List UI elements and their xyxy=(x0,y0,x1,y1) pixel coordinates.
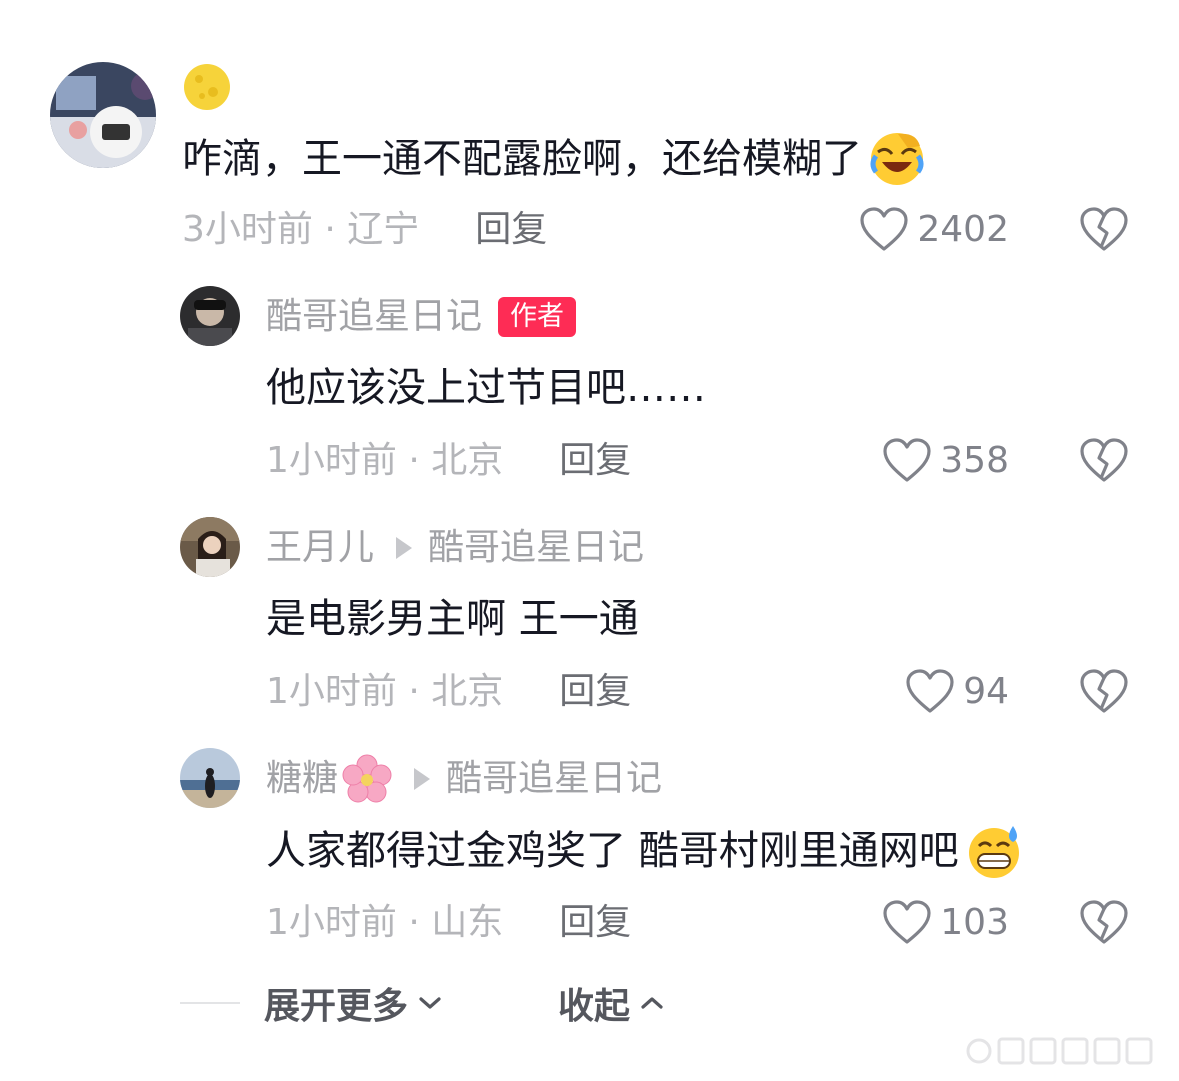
avatar[interactable] xyxy=(180,517,240,577)
like-count: 358 xyxy=(940,440,1009,481)
username[interactable]: 糖糖 xyxy=(266,754,338,804)
like-button[interactable]: 94 xyxy=(905,667,1009,717)
comment-text-content: 咋滴，王一通不配露脸啊，还给模糊了 xyxy=(182,136,862,182)
collapse-label: 收起 xyxy=(558,986,631,1027)
heart-icon xyxy=(883,900,931,944)
watermark-logo xyxy=(966,1037,1153,1065)
username[interactable]: 酷哥追星日记 xyxy=(266,292,482,342)
comment-text-content: 是电影男主啊 王一通 xyxy=(266,596,639,642)
comment-meta-row: 3小时前 · 辽宁 回复 xyxy=(182,205,547,255)
reply-button[interactable]: 回复 xyxy=(475,205,547,255)
expand-more-button[interactable]: 展开更多 xyxy=(264,978,442,1028)
avatar[interactable] xyxy=(180,748,240,808)
avatar[interactable] xyxy=(180,286,240,346)
username-row xyxy=(182,62,232,112)
username-row: 王月儿 酷哥追星日记 xyxy=(266,523,644,573)
like-button[interactable]: 358 xyxy=(882,436,1009,486)
heart-icon xyxy=(883,438,931,482)
grinning-sweat-emoji-icon xyxy=(965,822,1023,880)
comment-text: 是电影男主啊 王一通 xyxy=(266,591,639,647)
author-badge: 作者 xyxy=(498,297,577,337)
timestamp-location: 1小时前 · 北京 xyxy=(266,671,504,712)
comment-meta-row: 1小时前 · 山东 回复 xyxy=(266,898,631,948)
broken-heart-icon[interactable] xyxy=(1079,900,1129,946)
comment-text: 他应该没上过节目吧…… xyxy=(266,360,706,416)
like-count: 94 xyxy=(963,671,1009,712)
username-row: 酷哥追星日记 作者 xyxy=(266,292,577,342)
chevron-up-icon xyxy=(641,997,663,1009)
reply-to-username[interactable]: 酷哥追星日记 xyxy=(428,523,644,573)
reply-arrow-icon xyxy=(414,768,431,790)
collapse-button[interactable]: 收起 xyxy=(558,978,664,1028)
chevron-down-icon xyxy=(419,997,441,1009)
reply-to-username[interactable]: 酷哥追星日记 xyxy=(446,754,662,804)
broken-heart-icon[interactable] xyxy=(1079,669,1129,715)
cherry-blossom-emoji-icon xyxy=(342,754,392,804)
comment-text-content: 人家都得过金鸡奖了 酷哥村刚里通网吧 xyxy=(266,828,959,874)
divider xyxy=(180,1002,240,1004)
replies-footer: 展开更多 收起 xyxy=(0,978,1179,1028)
broken-heart-icon[interactable] xyxy=(1079,207,1129,253)
heart-icon xyxy=(906,669,954,713)
expand-more-label: 展开更多 xyxy=(264,986,409,1027)
comment-text-content: 他应该没上过节目吧…… xyxy=(266,365,706,411)
reply-arrow-icon xyxy=(396,537,413,559)
like-button[interactable]: 103 xyxy=(882,898,1009,948)
comment-item: 咋滴，王一通不配露脸啊，还给模糊了 3小时前 · 辽宁 回复 2402 xyxy=(0,0,1179,260)
moon-emoji-icon xyxy=(182,62,232,112)
reply-button[interactable]: 回复 xyxy=(559,667,631,717)
like-count: 103 xyxy=(940,902,1009,943)
timestamp-location: 1小时前 · 山东 xyxy=(266,902,504,943)
username[interactable]: 王月儿 xyxy=(266,523,374,573)
comment-text: 人家都得过金鸡奖了 酷哥村刚里通网吧 xyxy=(266,822,1023,880)
reply-button[interactable]: 回复 xyxy=(559,436,631,486)
comment-meta-row: 1小时前 · 北京 回复 xyxy=(266,436,631,486)
comment-meta-row: 1小时前 · 北京 回复 xyxy=(266,667,631,717)
avatar[interactable] xyxy=(50,62,156,168)
timestamp-location: 3小时前 · 辽宁 xyxy=(182,209,420,250)
laughing-crying-emoji-icon xyxy=(868,130,926,188)
timestamp-location: 1小时前 · 北京 xyxy=(266,440,504,481)
like-button[interactable]: 2402 xyxy=(859,205,1009,255)
broken-heart-icon[interactable] xyxy=(1079,438,1129,484)
heart-icon xyxy=(860,207,908,251)
like-count: 2402 xyxy=(917,209,1009,250)
reply-button[interactable]: 回复 xyxy=(559,898,631,948)
comment-text: 咋滴，王一通不配露脸啊，还给模糊了 xyxy=(182,130,926,188)
username-row: 糖糖 酷哥追星日记 xyxy=(266,754,662,804)
